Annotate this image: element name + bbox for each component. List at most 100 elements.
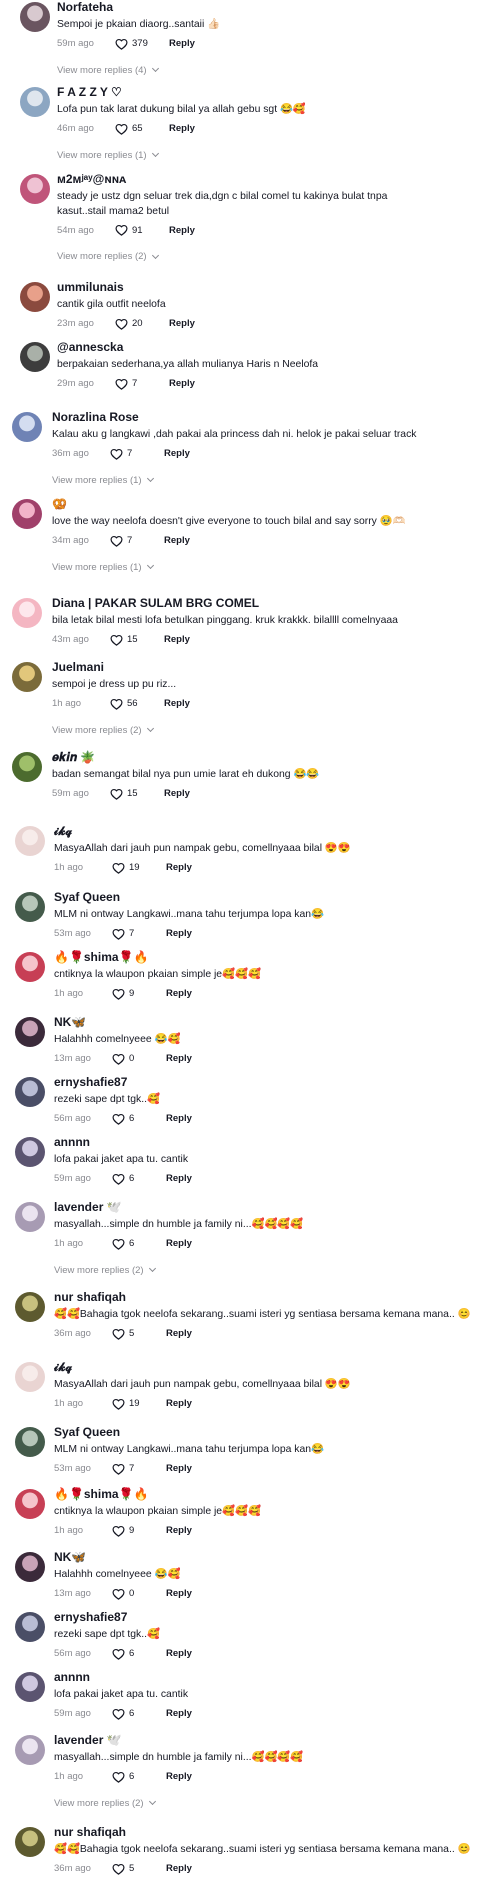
reply-button[interactable]: Reply <box>166 1328 192 1339</box>
reply-button[interactable]: Reply <box>166 1708 192 1719</box>
commenter-name[interactable]: Syaf Queen <box>54 890 474 905</box>
reply-button[interactable]: Reply <box>164 535 190 546</box>
avatar[interactable] <box>15 826 45 856</box>
like-button[interactable]: 0 <box>112 1588 166 1600</box>
commenter-name[interactable]: 🥨 <box>52 497 472 512</box>
reply-button[interactable]: Reply <box>166 1463 192 1474</box>
avatar[interactable] <box>15 1017 45 1047</box>
view-more-replies-button[interactable]: View more replies (1) <box>52 475 472 486</box>
commenter-name[interactable]: 𝓲𝓴𝓺 <box>54 824 474 839</box>
commenter-name[interactable]: Syaf Queen <box>54 1425 474 1440</box>
reply-button[interactable]: Reply <box>166 928 192 939</box>
avatar[interactable] <box>20 87 50 117</box>
reply-button[interactable]: Reply <box>169 378 195 389</box>
reply-button[interactable]: Reply <box>169 123 195 134</box>
avatar[interactable] <box>12 598 42 628</box>
reply-button[interactable]: Reply <box>166 1173 192 1184</box>
like-button[interactable]: 15 <box>110 634 164 646</box>
reply-button[interactable]: Reply <box>169 38 195 49</box>
like-button[interactable]: 20 <box>115 318 169 330</box>
commenter-name[interactable]: nur shafiqah <box>54 1825 474 1840</box>
avatar[interactable] <box>20 342 50 372</box>
reply-button[interactable]: Reply <box>166 1238 192 1249</box>
view-more-replies-button[interactable]: View more replies (2) <box>57 251 427 262</box>
reply-button[interactable]: Reply <box>166 1863 192 1874</box>
like-button[interactable]: 7 <box>115 378 169 390</box>
commenter-name[interactable]: @annescka <box>57 340 427 355</box>
like-button[interactable]: 7 <box>110 448 164 460</box>
avatar[interactable] <box>15 1202 45 1232</box>
like-button[interactable]: 15 <box>110 788 164 800</box>
view-more-replies-button[interactable]: View more replies (2) <box>52 725 472 736</box>
avatar[interactable] <box>12 662 42 692</box>
like-button[interactable]: 65 <box>115 123 169 135</box>
avatar[interactable] <box>15 1077 45 1107</box>
like-button[interactable]: 379 <box>115 38 169 50</box>
commenter-name[interactable]: lavender 🕊️ <box>54 1200 474 1215</box>
avatar[interactable] <box>20 174 50 204</box>
commenter-name[interactable]: Norfateha <box>57 0 427 15</box>
avatar[interactable] <box>15 1672 45 1702</box>
like-button[interactable]: 7 <box>112 928 166 940</box>
commenter-name[interactable]: annnn <box>54 1670 474 1685</box>
like-button[interactable]: 7 <box>112 1463 166 1475</box>
avatar[interactable] <box>20 2 50 32</box>
avatar[interactable] <box>15 1137 45 1167</box>
commenter-name[interactable]: Diana | PAKAR SULAM BRG COMEL <box>52 596 472 611</box>
commenter-name[interactable]: ummilunais <box>57 280 427 295</box>
reply-button[interactable]: Reply <box>166 988 192 999</box>
avatar[interactable] <box>15 1362 45 1392</box>
reply-button[interactable]: Reply <box>169 318 195 329</box>
like-button[interactable]: 56 <box>110 698 164 710</box>
commenter-name[interactable]: 🔥🌹shima🌹🔥 <box>54 1487 474 1502</box>
reply-button[interactable]: Reply <box>166 1771 192 1782</box>
reply-button[interactable]: Reply <box>164 788 190 799</box>
view-more-replies-button[interactable]: View more replies (1) <box>52 562 472 573</box>
commenter-name[interactable]: NK🦋 <box>54 1015 474 1030</box>
like-button[interactable]: 9 <box>112 1525 166 1537</box>
like-button[interactable]: 6 <box>112 1771 166 1783</box>
like-button[interactable]: 6 <box>112 1238 166 1250</box>
reply-button[interactable]: Reply <box>166 1525 192 1536</box>
commenter-name[interactable]: Norazlina Rose <box>52 410 472 425</box>
like-button[interactable]: 6 <box>112 1708 166 1720</box>
commenter-name[interactable]: 𝓲𝓴𝓺 <box>54 1360 474 1375</box>
reply-button[interactable]: Reply <box>166 1113 192 1124</box>
commenter-name[interactable]: 𝒆𝒌𝒊𝒏 🪴 <box>52 750 472 765</box>
reply-button[interactable]: Reply <box>166 1053 192 1064</box>
avatar[interactable] <box>12 499 42 529</box>
avatar[interactable] <box>12 412 42 442</box>
like-button[interactable]: 5 <box>112 1863 166 1875</box>
reply-button[interactable]: Reply <box>164 448 190 459</box>
commenter-name[interactable]: annnn <box>54 1135 474 1150</box>
avatar[interactable] <box>15 1552 45 1582</box>
like-button[interactable]: 9 <box>112 988 166 1000</box>
avatar[interactable] <box>15 1489 45 1519</box>
like-button[interactable]: 19 <box>112 862 166 874</box>
avatar[interactable] <box>15 1292 45 1322</box>
commenter-name[interactable]: ernyshafie87 <box>54 1610 474 1625</box>
reply-button[interactable]: Reply <box>164 698 190 709</box>
reply-button[interactable]: Reply <box>169 225 195 236</box>
commenter-name[interactable]: ᴍ2ᴍʲᵃʸ@ɴɴᴀ <box>57 172 427 187</box>
like-button[interactable]: 0 <box>112 1053 166 1065</box>
like-button[interactable]: 6 <box>112 1113 166 1125</box>
commenter-name[interactable]: nur shafiqah <box>54 1290 474 1305</box>
avatar[interactable] <box>15 952 45 982</box>
like-button[interactable]: 6 <box>112 1173 166 1185</box>
avatar[interactable] <box>15 1427 45 1457</box>
commenter-name[interactable]: lavender 🕊️ <box>54 1733 474 1748</box>
like-button[interactable]: 7 <box>110 535 164 547</box>
commenter-name[interactable]: F A Z Z Y ♡ <box>57 85 427 100</box>
commenter-name[interactable]: ernyshafie87 <box>54 1075 474 1090</box>
reply-button[interactable]: Reply <box>166 1648 192 1659</box>
like-button[interactable]: 6 <box>112 1648 166 1660</box>
avatar[interactable] <box>12 752 42 782</box>
like-button[interactable]: 5 <box>112 1328 166 1340</box>
avatar[interactable] <box>20 282 50 312</box>
reply-button[interactable]: Reply <box>166 1398 192 1409</box>
avatar[interactable] <box>15 892 45 922</box>
avatar[interactable] <box>15 1735 45 1765</box>
commenter-name[interactable]: Juelmani <box>52 660 472 675</box>
like-button[interactable]: 19 <box>112 1398 166 1410</box>
